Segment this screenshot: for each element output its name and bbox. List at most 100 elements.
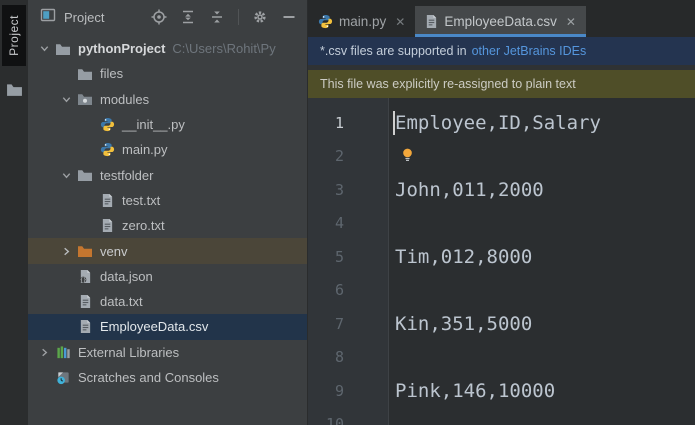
code-text[interactable]: Kin,351,5000	[389, 313, 532, 335]
line-number: 10	[325, 415, 344, 425]
python-file-icon	[98, 142, 116, 158]
code-text[interactable]: Employee,ID,Salary	[389, 112, 601, 134]
tree-row-pythonproject[interactable]: pythonProject C:\Users\Rohit\Py	[28, 36, 307, 61]
project-root-path: C:\Users\Rohit\Py	[172, 41, 276, 57]
tree-item-label: data.json	[100, 268, 153, 284]
tree-item-label: Scratches and Consoles	[78, 370, 219, 385]
tree-item-label: data.txt	[100, 294, 143, 310]
tab-label: EmployeeData.csv	[444, 14, 557, 29]
tree-row-modules[interactable]: modules	[28, 87, 307, 112]
excluded-folder-icon	[76, 243, 94, 259]
editor-tab-bar: main.py ✕ EmployeeData.csv ✕	[308, 0, 695, 37]
tree-row-zero-txt[interactable]: zero.txt	[28, 213, 307, 238]
panel-title: Project	[64, 9, 105, 25]
close-tab-icon[interactable]: ✕	[566, 16, 576, 28]
folder-icon	[54, 41, 72, 57]
close-tab-icon[interactable]: ✕	[395, 16, 405, 28]
tree-item-label: External Libraries	[78, 344, 180, 360]
code-text[interactable]: Pink,146,10000	[389, 380, 555, 402]
chevron-right-icon[interactable]	[56, 243, 76, 259]
code-editor[interactable]: 1 Employee,ID,Salary 2 3 John,011,2000 4…	[308, 98, 695, 425]
chevron-down-icon[interactable]	[56, 167, 76, 183]
toolbar-separator	[238, 9, 239, 25]
text-file-icon	[76, 319, 94, 335]
tree-item-label: testfolder	[100, 167, 154, 183]
tree-item-label: EmployeeData.csv	[100, 319, 209, 335]
folder-icon	[76, 167, 94, 183]
csv-support-banner: *.csv files are supported in other JetBr…	[308, 37, 695, 65]
line-number: 5	[334, 247, 344, 266]
tool-window-stripe: Project	[0, 0, 28, 425]
project-tool-window-button[interactable]: Project	[2, 5, 26, 66]
tree-row-testfolder[interactable]: testfolder	[28, 162, 307, 187]
text-file-icon	[76, 294, 94, 310]
tab-employeedata-csv[interactable]: EmployeeData.csv ✕	[415, 6, 586, 37]
text-caret	[393, 111, 395, 135]
project-tool-window-label: Project	[7, 15, 21, 56]
project-folder-icon[interactable]	[6, 82, 23, 102]
tree-row-init-py[interactable]: __init__.py	[28, 112, 307, 137]
line-number: 6	[334, 281, 344, 300]
editor-line: 8	[308, 341, 695, 375]
tree-row-test-txt[interactable]: test.txt	[28, 188, 307, 213]
hide-panel-icon[interactable]	[281, 9, 297, 25]
settings-gear-icon[interactable]	[252, 9, 268, 25]
tree-row-external-libraries[interactable]: External Libraries	[28, 340, 307, 365]
collapse-all-icon[interactable]	[209, 9, 225, 25]
project-panel: Project pythonProject C:\Users\Rohit\Py …	[28, 0, 308, 425]
jetbrains-ides-link[interactable]: other JetBrains IDEs	[472, 44, 587, 58]
json-file-icon: {}	[76, 268, 94, 284]
tree-item-label: files	[100, 66, 124, 82]
tree-item-label: modules	[100, 91, 150, 107]
tree-row-employeedata-csv[interactable]: EmployeeData.csv	[28, 314, 307, 340]
banner-message: *.csv files are supported in	[320, 44, 467, 58]
line-number: 3	[334, 180, 344, 199]
banner-message: This file was explicitly re-assigned to …	[320, 77, 576, 91]
editor-line: 9 Pink,146,10000	[308, 374, 695, 408]
tree-item-label: zero.txt	[122, 218, 165, 234]
tree-row-main-py[interactable]: main.py	[28, 137, 307, 162]
editor-line: 4	[308, 207, 695, 241]
tree-row-venv[interactable]: venv	[28, 238, 307, 264]
python-file-icon	[318, 14, 333, 29]
tree-item-label: __init__.py	[122, 117, 185, 133]
scratches-icon	[54, 370, 72, 386]
editor-area: main.py ✕ EmployeeData.csv ✕ *.csv files…	[308, 0, 695, 425]
python-file-icon	[98, 117, 116, 133]
tree-row-scratches[interactable]: Scratches and Consoles	[28, 365, 307, 390]
project-tree: pythonProject C:\Users\Rohit\Py files mo…	[28, 36, 307, 425]
tree-item-label: test.txt	[122, 192, 161, 208]
libraries-icon	[54, 344, 72, 360]
code-text[interactable]: John,011,2000	[389, 179, 544, 201]
editor-line: 1 Employee,ID,Salary	[308, 106, 695, 140]
intention-bulb-icon[interactable]	[400, 147, 415, 167]
line-number: 8	[334, 348, 344, 367]
editor-line: 7 Kin,351,5000	[308, 307, 695, 341]
chevron-right-icon[interactable]	[34, 344, 54, 360]
plain-text-banner: This file was explicitly re-assigned to …	[308, 70, 695, 98]
expand-all-icon[interactable]	[180, 9, 196, 25]
chevron-down-icon[interactable]	[34, 41, 54, 57]
tree-row-files[interactable]: files	[28, 61, 307, 86]
code-text[interactable]: Tim,012,8000	[389, 246, 532, 268]
tab-main-py[interactable]: main.py ✕	[308, 6, 415, 37]
tree-row-data-txt[interactable]: data.txt	[28, 289, 307, 314]
tree-row-data-json[interactable]: {} data.json	[28, 264, 307, 289]
locate-file-icon[interactable]	[151, 9, 167, 25]
editor-line: 10	[308, 408, 695, 425]
package-folder-icon	[76, 91, 94, 107]
chevron-down-icon[interactable]	[56, 91, 76, 107]
text-file-icon	[98, 192, 116, 208]
tree-item-label: pythonProject	[78, 41, 166, 57]
editor-line: 5 Tim,012,8000	[308, 240, 695, 274]
editor-line: 6	[308, 274, 695, 308]
tree-item-label: venv	[100, 243, 128, 259]
folder-icon	[76, 66, 94, 82]
